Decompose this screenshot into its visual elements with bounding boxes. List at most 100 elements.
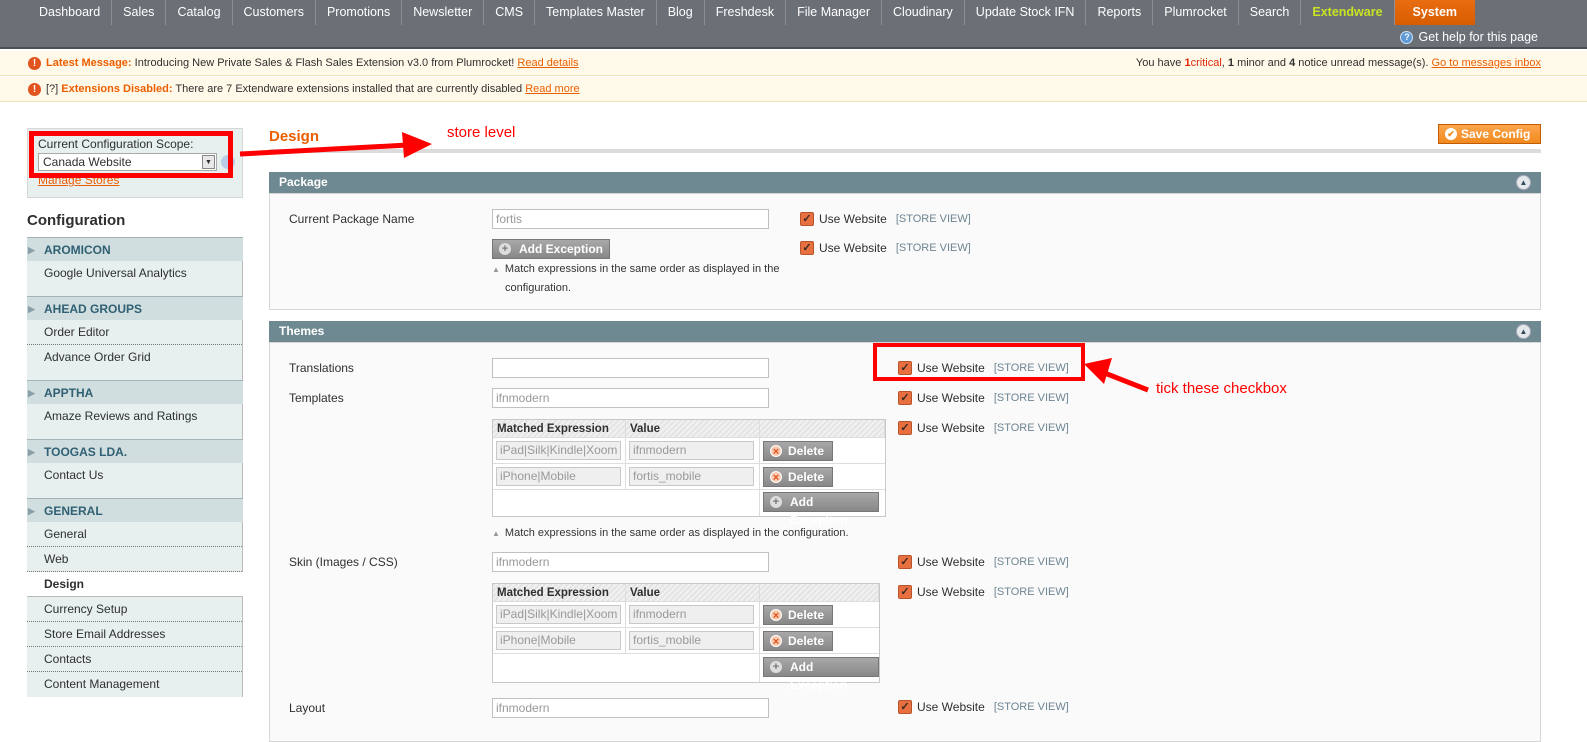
sidebar-item-design[interactable]: Design [27,572,243,597]
add-exception-button[interactable]: + Add Exception [763,657,879,692]
sidebar-item-web[interactable]: Web [27,547,242,572]
checkbox-checked-icon[interactable]: ✓ [898,585,912,599]
sidebar-item-store-email-addresses[interactable]: Store Email Addresses [27,622,242,647]
value-input[interactable]: fortis_mobile [629,467,754,486]
nav-customers[interactable]: Customers [233,0,316,25]
checkbox-checked-icon[interactable]: ✓ [800,212,814,226]
skin-label: Skin (Images / CSS) [289,555,398,569]
expression-input[interactable]: iPhone|Mobile [496,467,621,486]
sidebar-items: Contact Us [27,463,243,498]
checkbox-checked-icon[interactable]: ✓ [898,700,912,714]
translations-label: Translations [289,361,354,375]
nav-cloudinary[interactable]: Cloudinary [882,0,965,25]
use-website-skin[interactable]: ✓ Use Website [STORE VIEW] [898,555,1069,569]
use-website-package-exceptions[interactable]: ✓ Use Website [STORE VIEW] [800,241,971,255]
checkbox-checked-icon[interactable]: ✓ [898,555,912,569]
title-divider [269,149,1541,153]
sidebar-item-advance-order-grid[interactable]: Advance Order Grid [27,345,242,370]
checkbox-checked-icon[interactable]: ✓ [898,391,912,405]
sidebar-item-contacts[interactable]: Contacts [27,647,242,672]
nav-catalog[interactable]: Catalog [166,0,233,25]
themes-section-header[interactable]: Themes ▲ [269,321,1541,342]
delete-button[interactable]: × Delete [763,467,833,487]
read-details-link[interactable]: Read details [517,57,578,69]
nav-update-stock-ifn[interactable]: Update Stock IFN [965,0,1087,25]
plus-icon: + [499,243,511,255]
use-website-label: Use Website [819,241,887,255]
nav-plumrocket[interactable]: Plumrocket [1153,0,1239,25]
add-exception-button[interactable]: + Add Exception [492,239,611,259]
save-config-button[interactable]: ✔ Save Config [1438,124,1541,144]
skin-input[interactable]: ifnmodern [492,552,769,572]
delete-x-icon: × [770,609,782,622]
expression-input[interactable]: iPad|Silk|Kindle|Xoom [496,441,621,460]
use-website-templates-exceptions[interactable]: ✓ Use Website [STORE VIEW] [898,421,1069,435]
delete-button[interactable]: × Delete [763,631,833,651]
collapse-icon[interactable]: ▲ [1516,175,1531,190]
sidebar-item-currency-setup[interactable]: Currency Setup [27,597,242,622]
sidebar-item-order-editor[interactable]: Order Editor [27,320,242,345]
nav-search[interactable]: Search [1239,0,1302,25]
sidebar-section-ahead-groups[interactable]: ▶ AHEAD GROUPS [27,296,243,320]
sidebar-section-apptha[interactable]: ▶ APPTHA [27,380,243,404]
package-note: ▲ Match expressions in the same order as … [492,260,779,297]
use-website-skin-exceptions[interactable]: ✓ Use Website [STORE VIEW] [898,585,1069,599]
nav-promotions[interactable]: Promotions [316,0,403,25]
value-input[interactable]: ifnmodern [629,441,754,460]
nav-dashboard[interactable]: Dashboard [28,0,113,25]
sidebar-item-content-management[interactable]: Content Management [27,672,242,697]
annotation-highlight-checkbox [873,343,1085,381]
sidebar-section-aromicon[interactable]: ▶ AROMICON [27,237,243,261]
delete-button[interactable]: × Delete [763,605,833,625]
read-more-link[interactable]: Read more [525,83,579,95]
checkbox-checked-icon[interactable]: ✓ [800,241,814,255]
sidebar-section-toogas[interactable]: ▶ TOOGAS LDA. [27,439,243,463]
nav-system[interactable]: System [1394,0,1476,25]
help-link[interactable]: ? Get help for this page [1400,30,1538,44]
current-package-input[interactable]: fortis [492,209,769,229]
note-text: Match expressions in the same order as d… [504,263,780,275]
sidebar-items: Order Editor Advance Order Grid [27,320,243,380]
nav-newsletter[interactable]: Newsletter [402,0,485,25]
sidebar-item-amaze-reviews[interactable]: Amaze Reviews and Ratings [27,404,242,429]
col-actions [760,420,885,437]
value-input[interactable]: ifnmodern [629,605,754,624]
use-website-layout[interactable]: ✓ Use Website [STORE VIEW] [898,700,1069,714]
expression-input[interactable]: iPad|Silk|Kindle|Xoom [496,605,621,624]
templates-input[interactable]: ifnmodern [492,388,769,408]
package-section-header[interactable]: Package ▲ [269,172,1541,193]
nav-file-manager[interactable]: File Manager [786,0,883,25]
nav-cms[interactable]: CMS [484,0,536,25]
collapse-icon[interactable]: ▲ [1516,324,1531,339]
nav-sales[interactable]: Sales [112,0,167,25]
value-input[interactable]: fortis_mobile [629,631,754,650]
delete-label: Delete [788,608,825,622]
ext-help-marker[interactable]: [?] [46,83,58,95]
add-exception-button[interactable]: + Add Exception [763,492,879,527]
nav-reports[interactable]: Reports [1086,0,1154,25]
expression-input[interactable]: iPhone|Mobile [496,631,621,650]
nav-freshdesk[interactable]: Freshdesk [705,0,787,25]
use-website-package[interactable]: ✓ Use Website [STORE VIEW] [800,212,971,226]
checkbox-checked-icon[interactable]: ✓ [898,421,912,435]
templates-note: ▲ Match expressions in the same order as … [492,524,849,543]
unread-summary: You have 1critical, 1 minor and 4 notice… [1135,57,1541,69]
messages-inbox-link[interactable]: Go to messages inbox [1432,57,1541,69]
layout-input[interactable]: ifnmodern [492,698,769,718]
use-website-templates[interactable]: ✓ Use Website [STORE VIEW] [898,391,1069,405]
delete-button[interactable]: × Delete [763,441,833,461]
translations-input[interactable] [492,358,769,378]
sidebar-section-general[interactable]: ▶ GENERAL [27,498,243,522]
nav-extendware[interactable]: Extendware [1301,0,1395,25]
sidebar-item-general[interactable]: General [27,522,242,547]
section-title: AROMICON [44,243,111,257]
sidebar-item-contact-us[interactable]: Contact Us [27,463,242,488]
sidebar-item-google-universal-analytics[interactable]: Google Universal Analytics [27,261,242,286]
delete-x-icon: × [770,635,782,648]
store-view-scope: [STORE VIEW] [895,242,971,254]
annotation-arrow-store-level [239,132,432,158]
nav-templates-master[interactable]: Templates Master [535,0,657,25]
minor-count: 1 [1227,57,1235,69]
nav-blog[interactable]: Blog [657,0,705,25]
templates-label: Templates [289,391,344,405]
